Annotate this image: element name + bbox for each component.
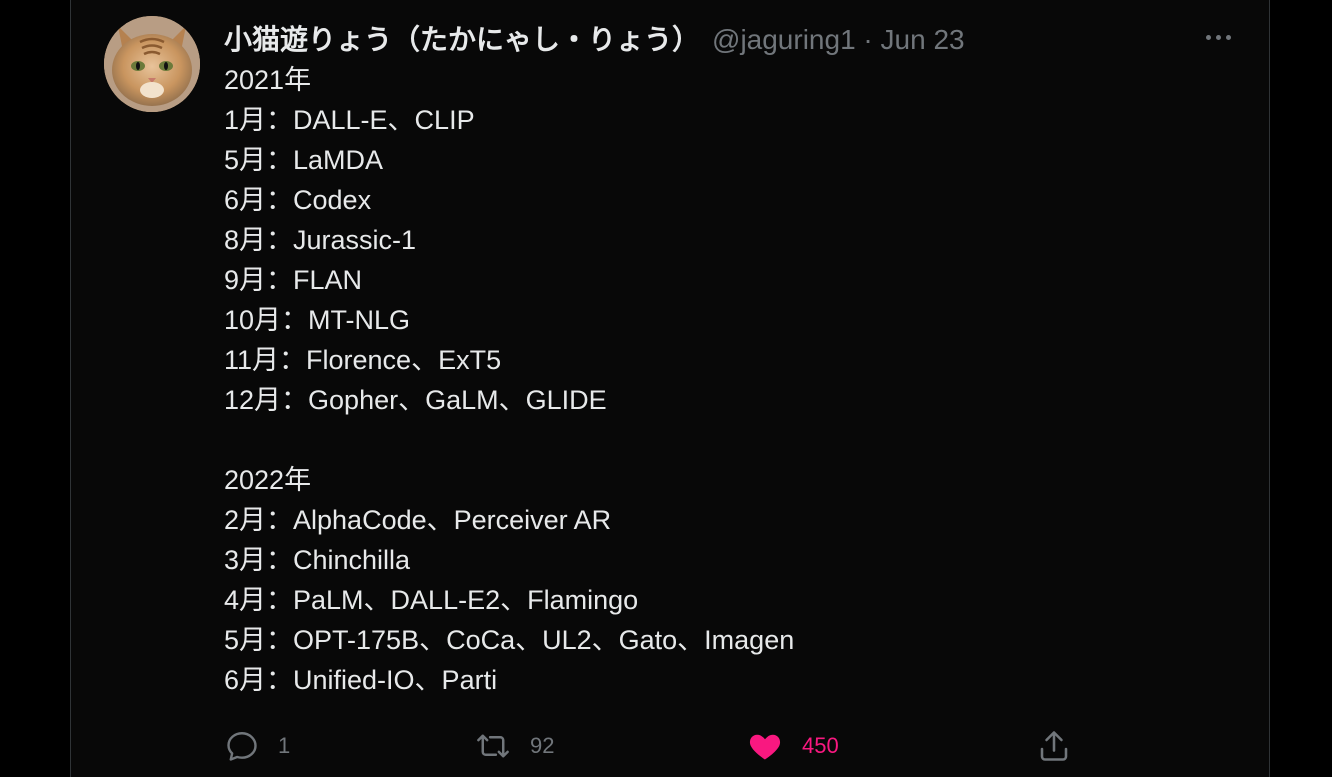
retweet-button[interactable]: 92	[474, 724, 554, 768]
share-icon	[1040, 731, 1068, 761]
more-icon	[1205, 34, 1211, 40]
separator: ·	[863, 24, 873, 55]
heart-icon	[749, 734, 781, 760]
tweet-line: 6月：Codex	[224, 185, 372, 215]
tweet-line: 6月：Unified-IO、Parti	[224, 665, 498, 695]
display-name[interactable]: 小猫遊りょう（たかにゃし・りょう）	[224, 18, 700, 58]
share-button[interactable]	[1036, 724, 1072, 768]
tweet-line: 3月：Chinchilla	[224, 545, 411, 575]
retweet-icon	[477, 734, 509, 758]
tweet-line: 5月：OPT-175B、CoCa、UL2、Gato、Imagen	[224, 625, 795, 655]
tweet-line: 11月：Florence、ExT5	[224, 345, 502, 375]
reply-button[interactable]: 1	[224, 724, 290, 768]
tweet-line: 2022年	[224, 465, 312, 495]
tweet-text: 2021年 1月：DALL-E、CLIP 5月：LaMDA 6月：Codex 8…	[224, 60, 1124, 700]
tweet-header: 小猫遊りょう（たかにゃし・りょう） @jaguring1 · Jun 23	[224, 18, 965, 58]
tweet-line: 2021年	[224, 65, 312, 95]
retweet-count: 92	[530, 733, 555, 758]
tweet-line: 10月：MT-NLG	[224, 305, 411, 335]
tweet-actions: 1 92 450	[224, 724, 1084, 768]
handle[interactable]: @jaguring1 · Jun 23	[712, 24, 965, 56]
tweet-line: 5月：LaMDA	[224, 145, 384, 175]
cat-avatar-image	[104, 16, 200, 112]
tweet-line: 9月：FLAN	[224, 265, 363, 295]
tweet-line: 1月：DALL-E、CLIP	[224, 105, 475, 135]
more-options-button[interactable]	[1198, 22, 1238, 52]
handle-text[interactable]: @jaguring1	[712, 24, 856, 55]
avatar[interactable]	[104, 16, 200, 112]
tweet-line: 2月：AlphaCode、Perceiver AR	[224, 505, 612, 535]
reply-count: 1	[278, 733, 291, 758]
tweet-line: 12月：Gopher、GaLM、GLIDE	[224, 385, 607, 415]
timestamp[interactable]: Jun 23	[881, 24, 965, 55]
like-count: 450	[802, 733, 839, 758]
like-button[interactable]: 450	[746, 724, 839, 768]
tweet-line: 8月：Jurassic-1	[224, 225, 417, 255]
tweet-line: 4月：PaLM、DALL-E2、Flamingo	[224, 585, 639, 615]
reply-icon	[227, 732, 257, 761]
